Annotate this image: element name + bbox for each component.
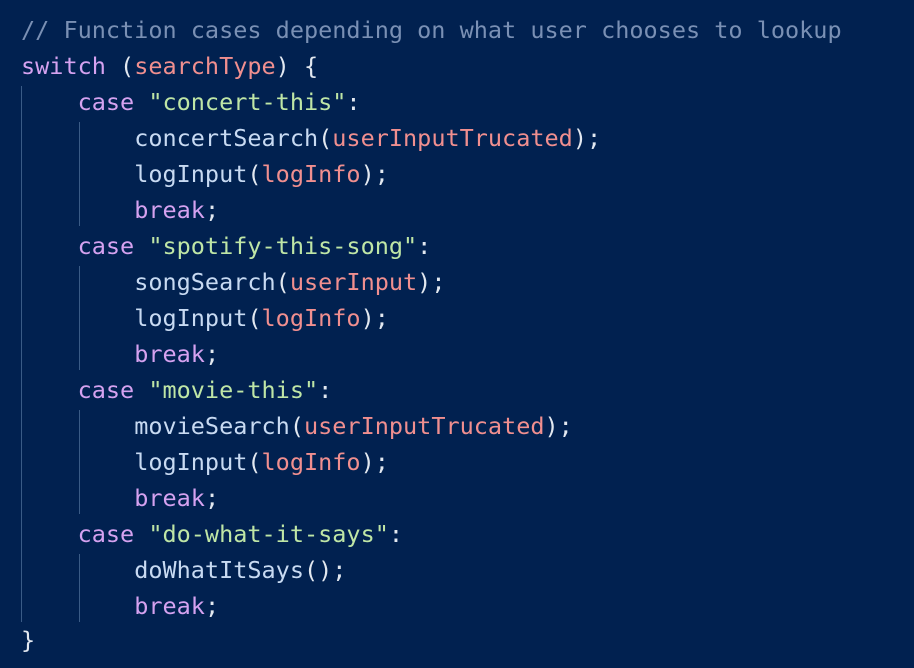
case-label: "concert-this" (148, 88, 347, 116)
close-paren: ); (360, 448, 389, 476)
code-line-case: case "do-what-it-says": (21, 516, 403, 552)
open-paren: ( (247, 448, 262, 476)
code-line-case: case "concert-this": (21, 84, 361, 120)
semicolon: ; (204, 592, 220, 620)
argument: userInput (289, 268, 418, 296)
code-line-call: movieSearch(userInputTrucated); (21, 408, 573, 444)
case-colon: : (417, 232, 432, 260)
code-line-break: break; (21, 192, 219, 228)
semicolon: ; (204, 484, 220, 512)
case-label: "movie-this" (148, 376, 319, 404)
code-line-call: doWhatItSays(); (21, 552, 346, 588)
break-keyword: break (134, 592, 205, 620)
break-keyword: break (134, 484, 205, 512)
open-paren: ( (247, 160, 262, 188)
code-line-call: logInput(logInfo); (21, 444, 389, 480)
semicolon: ; (204, 196, 220, 224)
switch-variable: searchType (134, 52, 276, 80)
semicolon: ; (204, 340, 220, 368)
code-editor: // Function cases depending on what user… (0, 0, 914, 668)
close-paren: ); (318, 556, 347, 584)
close-paren: ); (572, 124, 602, 152)
argument: userInputTrucated (332, 124, 573, 152)
close-paren: ); (544, 412, 573, 440)
open-paren: ( (247, 304, 262, 332)
open-paren: ( (318, 124, 333, 152)
case-keyword: case (77, 520, 135, 548)
code-line-case: case "movie-this": (21, 372, 333, 408)
case-keyword: case (77, 376, 135, 404)
close-paren: ); (360, 160, 389, 188)
code-line-break: break; (21, 588, 219, 624)
function-name: doWhatItSays (134, 556, 304, 584)
switch-keyword: switch (21, 52, 106, 80)
code-line-switch: switch (searchType) { (21, 48, 318, 84)
code-line-call: concertSearch(userInputTrucated); (21, 120, 601, 156)
code-line-case: case "spotify-this-song": (21, 228, 432, 264)
code-line-call: logInput(logInfo); (21, 156, 389, 192)
function-name: movieSearch (134, 412, 290, 440)
open-paren: ( (289, 412, 304, 440)
argument: logInfo (261, 448, 361, 476)
case-colon: : (318, 376, 333, 404)
comment-text: // Function cases depending on what user… (21, 16, 842, 44)
function-name: logInput (134, 160, 248, 188)
open-paren: ( (275, 268, 290, 296)
switch-open-paren: ( (105, 52, 135, 80)
function-name: concertSearch (134, 124, 319, 152)
function-name: logInput (134, 304, 248, 332)
break-keyword: break (134, 340, 205, 368)
code-line-comment: // Function cases depending on what user… (21, 12, 842, 48)
open-paren: ( (303, 556, 319, 584)
argument: userInputTrucated (303, 412, 545, 440)
close-paren: ); (360, 304, 389, 332)
code-line-call: songSearch(userInput); (21, 264, 445, 300)
case-keyword: case (77, 232, 135, 260)
closing-brace: } (21, 626, 36, 654)
switch-close-paren: ) { (275, 52, 319, 80)
case-label: "do-what-it-says" (148, 520, 389, 548)
code-line-break: break; (21, 336, 219, 372)
case-label: "spotify-this-song" (148, 232, 418, 260)
function-name: logInput (134, 448, 248, 476)
case-colon: : (346, 88, 361, 116)
case-keyword: case (77, 88, 135, 116)
function-name: songSearch (134, 268, 276, 296)
code-line-break: break; (21, 480, 219, 516)
argument: logInfo (261, 160, 361, 188)
case-colon: : (388, 520, 404, 548)
code-line-closing-brace: } (21, 622, 35, 658)
break-keyword: break (134, 196, 205, 224)
close-paren: ); (417, 268, 446, 296)
code-line-call: logInput(logInfo); (21, 300, 389, 336)
argument: logInfo (261, 304, 361, 332)
